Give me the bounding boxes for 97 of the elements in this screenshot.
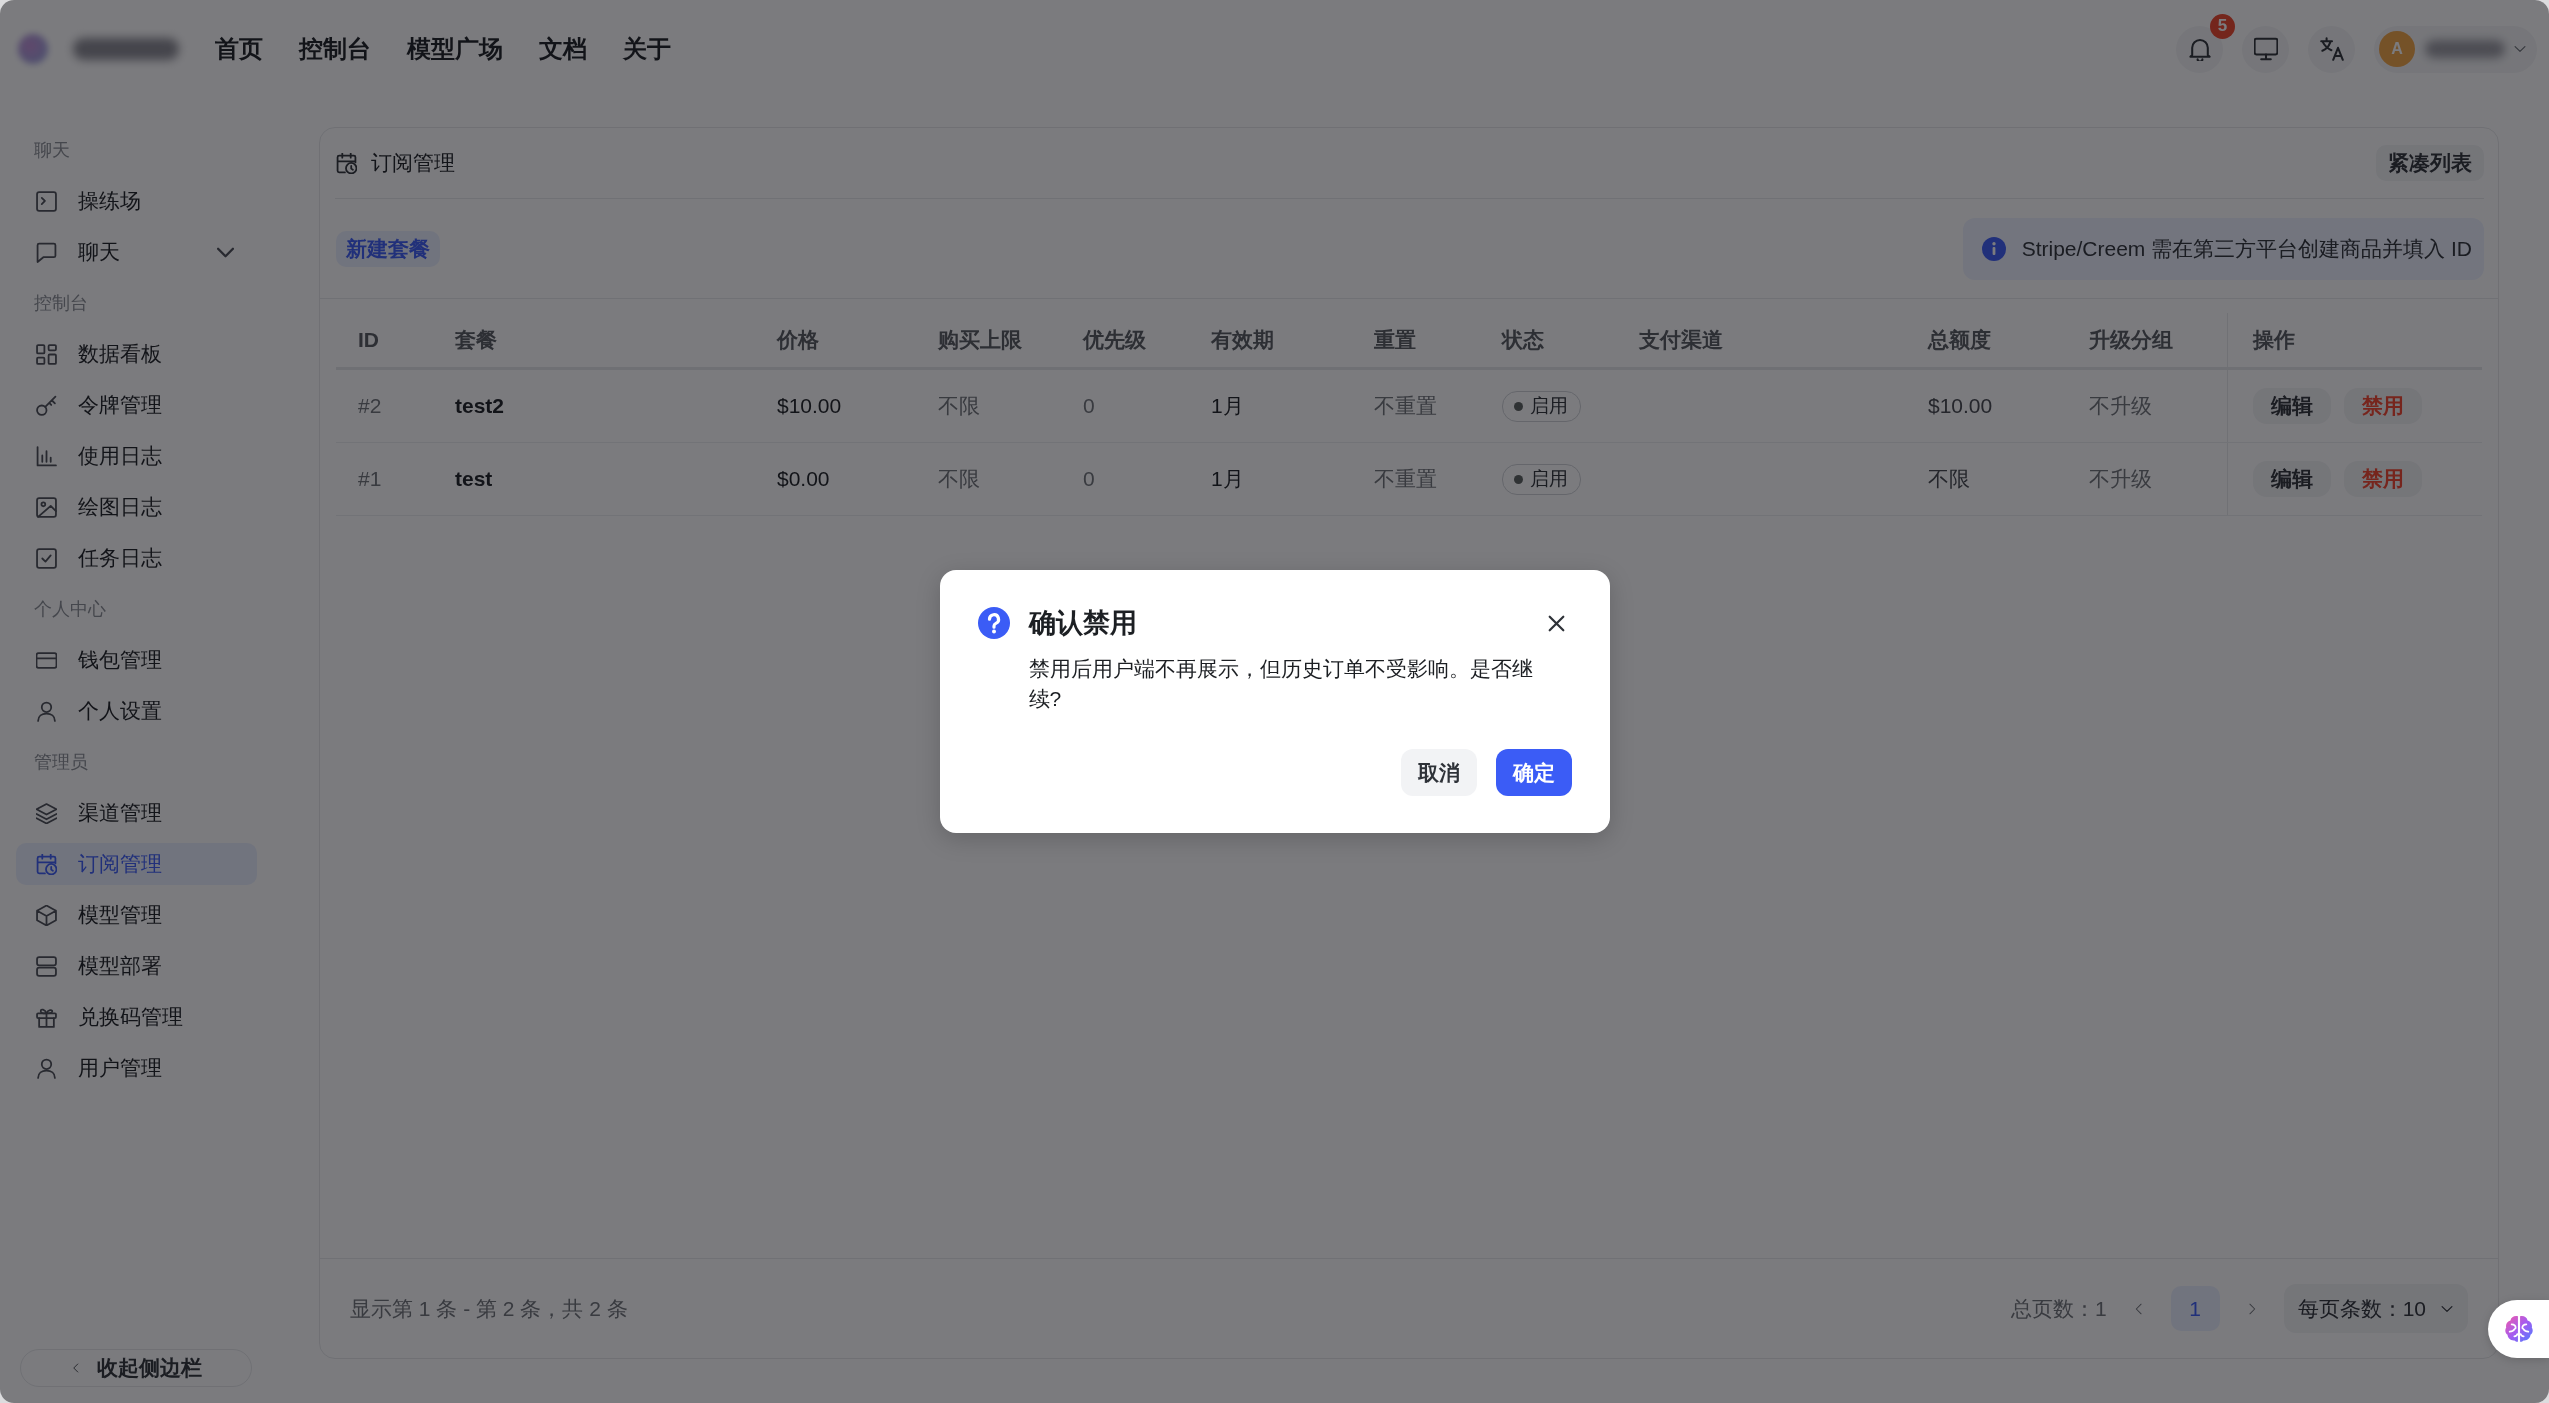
column-header: 购买上限	[938, 327, 1022, 353]
page-size-dropdown[interactable]: 每页条数：10	[2283, 1284, 2468, 1333]
notice-text: Stripe/Creem 需在第三方平台创建商品并填入 ID	[2021, 235, 2472, 262]
nav-link[interactable]: 关于	[623, 33, 671, 65]
status-label: 启用	[1530, 467, 1568, 491]
sidebar-item[interactable]: 订阅管理	[16, 843, 257, 885]
layers-icon	[36, 802, 57, 824]
column-header: 总额度	[1928, 327, 1991, 353]
table-cell-text: 不限	[1928, 466, 1970, 492]
table-cell-text: 不重置	[1374, 466, 1437, 492]
column-header: 重置	[1374, 327, 1416, 353]
card-icon	[36, 649, 57, 671]
table-cell-text: 不重置	[1374, 393, 1437, 419]
panel-title: 订阅管理	[371, 150, 455, 176]
table-cell: $10.00	[1928, 394, 1993, 418]
help-icon	[977, 607, 1010, 639]
image-icon	[36, 496, 57, 518]
table-cell: $10.00	[777, 394, 842, 418]
gift-icon	[36, 1006, 57, 1028]
disable-button[interactable]: 禁用	[2344, 461, 2422, 497]
info-icon	[1981, 236, 2006, 261]
sidebar-item[interactable]: 兑换码管理	[16, 996, 257, 1038]
sidebar-item[interactable]: 钱包管理	[16, 639, 257, 681]
sidebar-item[interactable]: 操练场	[16, 180, 257, 222]
assistant-button[interactable]	[2488, 1300, 2549, 1358]
table-cell: 0	[1083, 394, 1095, 418]
sidebar-item[interactable]: 数据看板	[16, 333, 257, 375]
column-header: 优先级	[1083, 327, 1146, 353]
sidebar-item[interactable]: 令牌管理	[16, 384, 257, 426]
translate-icon	[2319, 37, 2344, 61]
cube-icon	[36, 904, 57, 926]
bell-icon	[2187, 37, 2212, 61]
sidebar-item[interactable]: 个人设置	[16, 690, 257, 732]
sidebar-item[interactable]: 任务日志	[16, 537, 257, 579]
table-cell-text: 不升级	[2089, 393, 2152, 419]
column-header: 价格	[777, 327, 819, 353]
nav-link[interactable]: 首页	[215, 33, 263, 65]
sidebar-item[interactable]: 绘图日志	[16, 486, 257, 528]
close-icon	[1548, 614, 1565, 632]
table-cell-text: 不限	[938, 466, 980, 492]
terminal-icon	[36, 190, 57, 212]
confirm-button[interactable]: 确定	[1495, 749, 1572, 796]
status-dot-icon	[1514, 474, 1523, 484]
pagination-summary: 显示第 1 条 - 第 2 条，共 2 条	[350, 1295, 628, 1322]
table-cell: #1	[358, 467, 382, 491]
grid-icon	[36, 343, 57, 365]
calendar-clock-icon	[336, 152, 357, 174]
disable-button[interactable]: 禁用	[2344, 388, 2422, 424]
edit-button[interactable]: 编辑	[2253, 461, 2331, 497]
nav-link[interactable]: 文档	[539, 33, 587, 65]
page-button[interactable]: 1	[2170, 1286, 2220, 1331]
chat-icon	[36, 241, 57, 263]
column-header: 状态	[1502, 327, 1544, 353]
column-header: 套餐	[455, 327, 497, 353]
table-cell: #2	[358, 394, 382, 418]
cancel-button[interactable]: 取消	[1400, 749, 1477, 796]
column-header: 操作	[2253, 327, 2295, 353]
brain-icon	[2504, 1315, 2533, 1343]
user-icon	[36, 700, 57, 722]
new-plan-button[interactable]: 新建套餐	[336, 230, 440, 267]
compact-list-button[interactable]: 紧凑列表	[2376, 145, 2484, 181]
table-cell-text: 1月	[1211, 466, 1244, 492]
sidebar-item[interactable]: 聊天	[16, 231, 257, 273]
nav-link[interactable]: 控制台	[299, 33, 371, 65]
chevron-left-icon	[70, 1360, 81, 1376]
column-header: 支付渠道	[1639, 327, 1723, 353]
sidebar-item[interactable]: 渠道管理	[16, 792, 257, 834]
calendar-clock-icon	[36, 853, 57, 875]
edit-button[interactable]: 编辑	[2253, 388, 2331, 424]
monitor-icon	[2253, 37, 2278, 61]
notification-badge: 5	[2210, 13, 2235, 39]
table-cell-text: 1月	[1211, 393, 1244, 419]
column-header: ID	[358, 328, 379, 352]
sidebar-item[interactable]: 模型管理	[16, 894, 257, 936]
nav-link[interactable]: 模型广场	[407, 33, 503, 65]
status-label: 启用	[1530, 394, 1568, 418]
checkbox-icon	[36, 547, 57, 569]
table-cell: test2	[455, 394, 505, 418]
bar-chart-icon	[36, 445, 57, 467]
sidebar-item[interactable]: 使用日志	[16, 435, 257, 477]
sidebar-item[interactable]: 用户管理	[16, 1047, 257, 1089]
table-cell: test	[455, 467, 493, 491]
table-cell-text: 不升级	[2089, 466, 2152, 492]
key-icon	[36, 394, 57, 416]
user-icon	[36, 1057, 57, 1079]
table-cell: $0.00	[777, 467, 830, 491]
column-header: 升级分组	[2089, 327, 2173, 353]
total-pages-label: 总页数：1	[2010, 1295, 2107, 1322]
server-icon	[36, 955, 57, 977]
dialog-title: 确认禁用	[1028, 607, 1137, 640]
table-cell-text: 不限	[938, 393, 980, 419]
table-cell: 0	[1083, 467, 1095, 491]
sidebar-item[interactable]: 模型部署	[16, 945, 257, 987]
dialog-message: 禁用后用户端不再展示，但历史订单不受影响。是否继续?	[1028, 656, 1534, 712]
status-dot-icon	[1514, 401, 1523, 411]
column-header: 有效期	[1211, 327, 1274, 353]
user-avatar: A	[2379, 31, 2415, 67]
